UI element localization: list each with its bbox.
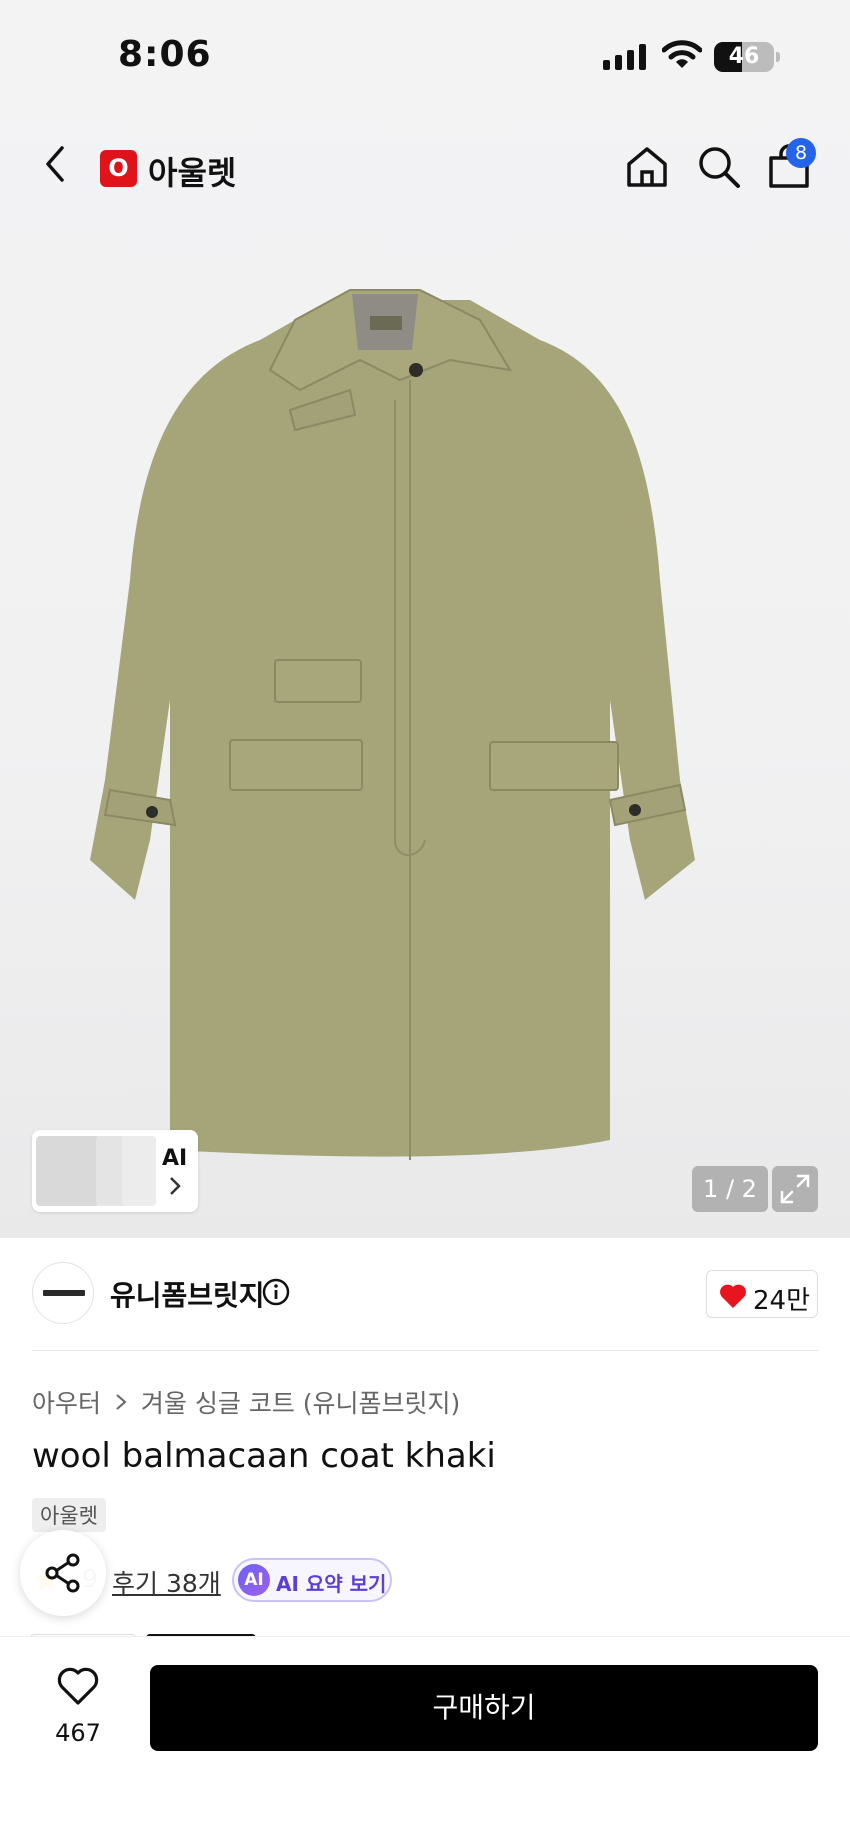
expand-button[interactable] [772, 1166, 818, 1212]
ai-badge-icon: AI [238, 1564, 270, 1596]
share-icon [45, 1553, 80, 1593]
divider [32, 1350, 818, 1351]
brand-logo-mark [43, 1290, 85, 1296]
brand-logo[interactable] [32, 1262, 94, 1324]
wishlist-button[interactable]: 467 [32, 1663, 124, 1759]
battery-percent: 46 [728, 44, 760, 69]
heart-filled-icon [720, 1284, 746, 1308]
wifi-icon [662, 40, 702, 68]
battery-nub [776, 52, 780, 62]
status-time: 8:06 [118, 34, 212, 75]
cart-count-badge: 8 [786, 138, 816, 168]
back-arrow-icon[interactable] [36, 142, 76, 186]
heart-outline-icon [57, 1667, 99, 1705]
thumbnail-3[interactable] [122, 1136, 156, 1206]
info-icon[interactable] [262, 1278, 290, 1306]
brand-row: 유니폼브릿지 24만 [32, 1262, 818, 1350]
breadcrumb: 아우터 겨울 싱글 코트 (유니폼브릿지) [32, 1384, 460, 1420]
image-pager: 1 / 2 [692, 1166, 768, 1212]
ai-summary-label: AI 요약 보기 [276, 1572, 387, 1596]
page-title: 아울렛 [148, 154, 237, 192]
bottom-purchase-bar: 467 구매하기 [0, 1636, 850, 1842]
share-button[interactable] [20, 1530, 106, 1616]
brand-like-button[interactable]: 24만 [706, 1270, 818, 1318]
thumbnail-1[interactable] [36, 1136, 100, 1206]
search-icon[interactable] [696, 144, 742, 190]
outlet-logo[interactable]: O [100, 150, 137, 187]
cellular-signal-icon [603, 44, 646, 70]
outlet-tag: 아울렛 [32, 1498, 106, 1532]
ai-thumbnail-label: AI [162, 1146, 188, 1171]
wishlist-count: 467 [55, 1719, 101, 1747]
home-icon[interactable] [624, 144, 670, 190]
product-image-gallery[interactable]: 8:06 46 O 아울렛 8 AI 1 / 2 [0, 0, 850, 1238]
breadcrumb-item-1[interactable]: 겨울 싱글 코트 (유니폼브릿지) [141, 1389, 460, 1418]
battery-icon: 46 [714, 42, 774, 72]
status-bar: 8:06 46 [0, 0, 850, 110]
expand-icon [780, 1174, 810, 1204]
product-photo[interactable] [90, 280, 770, 1180]
chevron-right-icon [170, 1177, 181, 1195]
ai-summary-button[interactable]: AI AI 요약 보기 [232, 1558, 392, 1602]
breadcrumb-item-0[interactable]: 아우터 [32, 1389, 101, 1418]
buy-button[interactable]: 구매하기 [150, 1665, 818, 1751]
brand-name[interactable]: 유니폼브릿지 [110, 1274, 265, 1314]
product-title: wool balmacaan coat khaki [32, 1436, 496, 1476]
thumbnail-strip[interactable]: AI [32, 1130, 198, 1212]
app-header: O 아울렛 [0, 130, 850, 210]
chevron-right-icon [115, 1388, 127, 1417]
brand-like-count: 24만 [753, 1286, 811, 1316]
reviews-link[interactable]: 후기 38개 [112, 1564, 221, 1600]
